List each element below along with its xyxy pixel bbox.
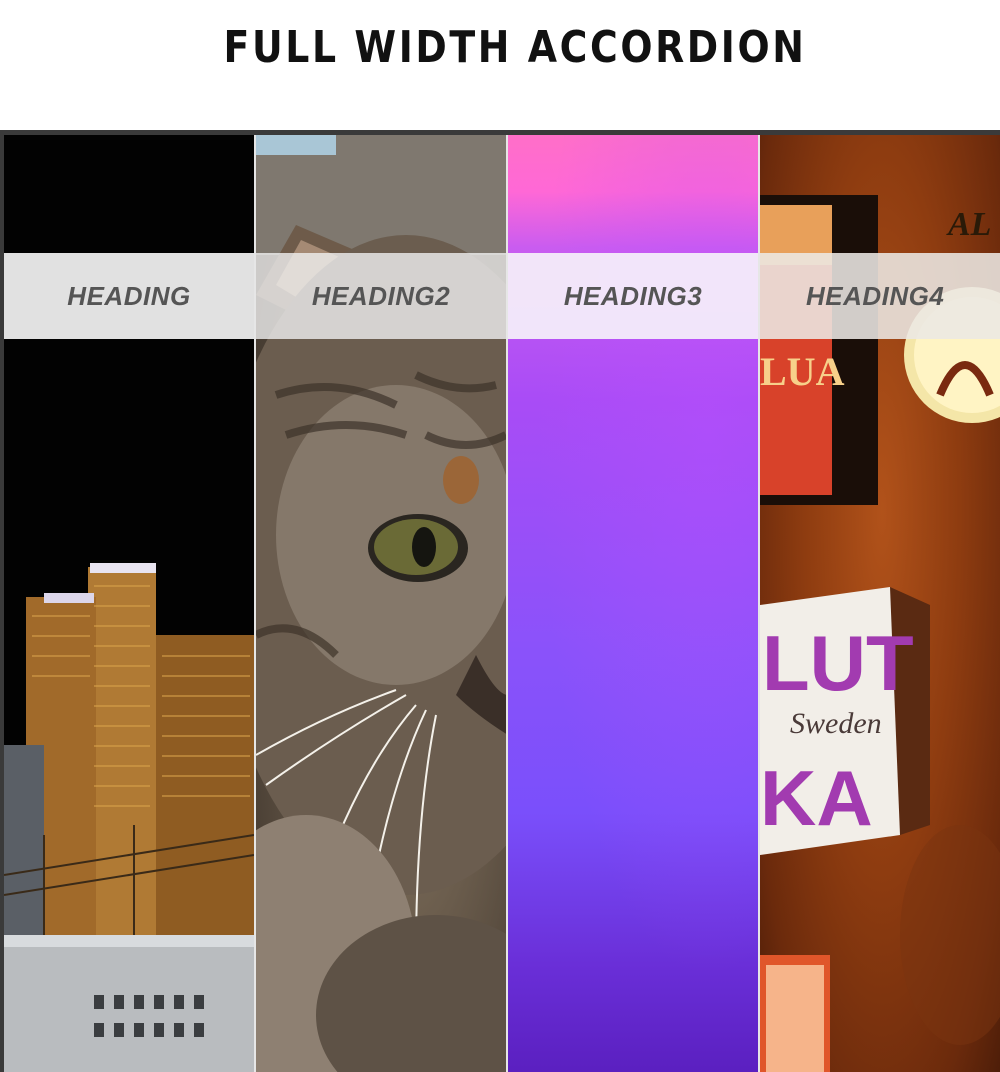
panel-heading: HEADING3 — [563, 280, 703, 311]
panel-heading-band[interactable]: HEADING4 — [760, 253, 1000, 339]
sign-main-text-2: Sweden — [790, 707, 882, 740]
panel-heading-band[interactable]: HEADING3 — [508, 253, 758, 339]
accordion: HEADING HEADING2 HEADING3 LUA AL LUT Swe… — [0, 130, 1000, 1072]
panel-heading-band[interactable]: HEADING2 — [256, 253, 506, 339]
panel-heading-band[interactable]: HEADING — [4, 253, 254, 339]
sign-main-text-1: LUT — [762, 619, 914, 707]
panel-heading: HEADING2 — [311, 280, 451, 311]
lamp-text: AL — [946, 206, 991, 243]
page-title: FULL WIDTH ACCORDION — [223, 22, 807, 73]
panel-heading: HEADING — [67, 280, 191, 311]
accordion-panel-2[interactable]: HEADING2 — [254, 135, 506, 1072]
panel-heading: HEADING4 — [806, 280, 945, 311]
accordion-panel-4[interactable]: LUA AL LUT Sweden KA HEADING4 — [758, 135, 1000, 1072]
accordion-panel-3[interactable]: HEADING3 — [506, 135, 758, 1072]
sign-main-text-3: KA — [760, 754, 873, 842]
accordion-panel-1[interactable]: HEADING — [4, 135, 254, 1072]
sign-top-text: LUA — [760, 349, 845, 394]
